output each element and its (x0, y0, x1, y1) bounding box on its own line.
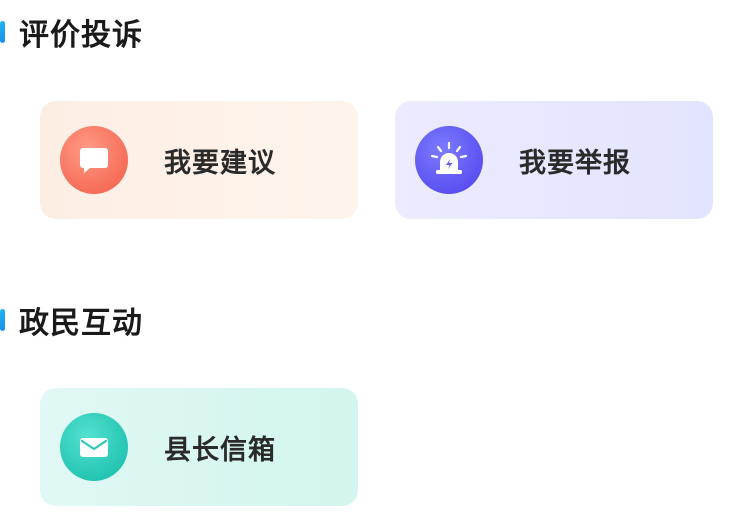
suggestion-card[interactable]: 我要建议 (40, 101, 358, 219)
section-accent-bar (0, 21, 5, 43)
section-title-interaction: 政民互动 (0, 300, 143, 341)
report-label: 我要举报 (519, 147, 631, 179)
suggestion-label: 我要建议 (164, 147, 276, 179)
section-title-text: 政民互动 (19, 306, 143, 341)
report-card[interactable]: 我要举报 (395, 101, 713, 219)
section-title-evaluation: 评价投诉 (0, 12, 143, 53)
county-mailbox-label: 县长信箱 (164, 434, 276, 466)
section-accent-bar (0, 309, 5, 331)
alarm-siren-icon (415, 126, 483, 194)
section-title-text: 评价投诉 (19, 18, 143, 53)
county-mailbox-card[interactable]: 县长信箱 (40, 388, 358, 506)
mail-envelope-icon (60, 413, 128, 481)
chat-bubble-icon (60, 126, 128, 194)
